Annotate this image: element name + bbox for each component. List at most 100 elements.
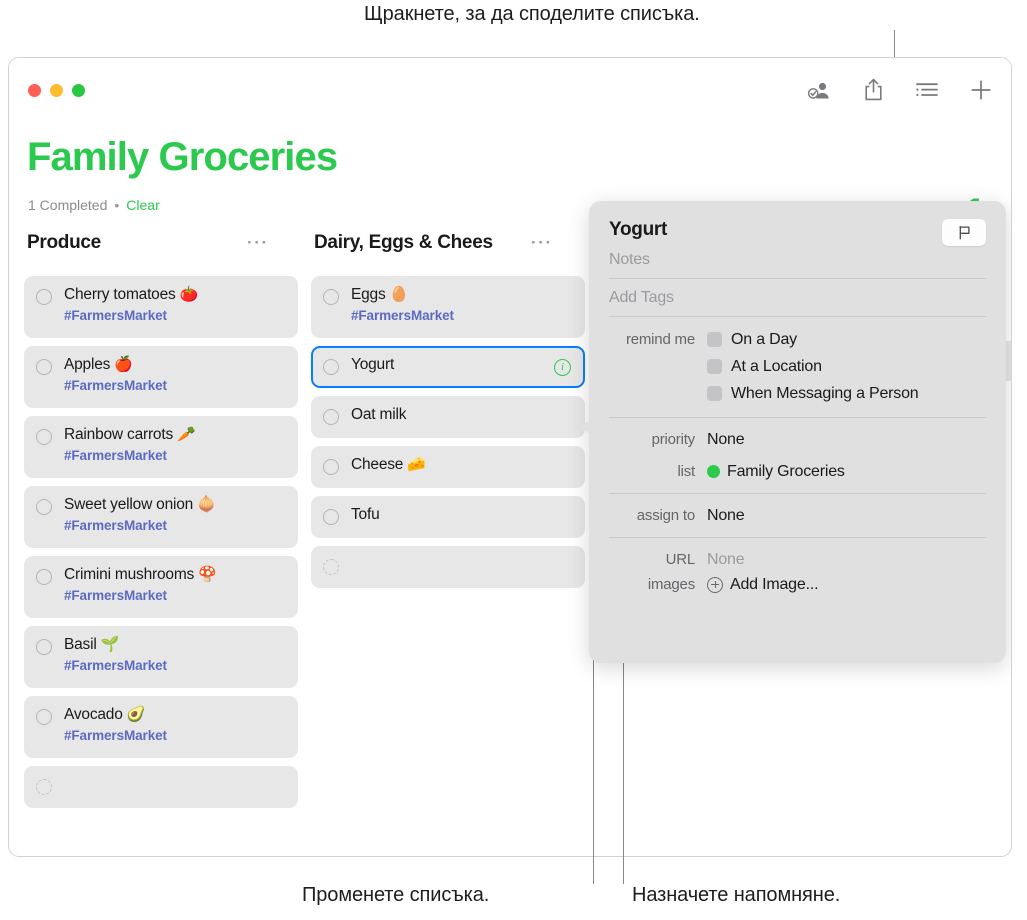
complete-checkbox[interactable] <box>36 359 52 375</box>
task-emoji: 🌱 <box>100 636 120 653</box>
add-image-button[interactable]: Add Image... <box>707 574 819 595</box>
task-row[interactable]: Eggs 🥚 #FarmersMarket <box>311 276 585 338</box>
url-row[interactable]: URL None <box>609 538 986 572</box>
complete-checkbox[interactable] <box>36 289 52 305</box>
task-tag[interactable]: #FarmersMarket <box>64 728 286 743</box>
images-row[interactable]: images Add Image... <box>609 572 986 602</box>
complete-checkbox[interactable] <box>323 359 339 375</box>
option-label: On a Day <box>731 331 797 348</box>
list-value-wrap[interactable]: Family Groceries <box>707 461 845 482</box>
completed-status: 1 Completed • Clear <box>28 197 160 213</box>
notes-field[interactable]: Notes <box>609 241 986 278</box>
priority-row[interactable]: priority None <box>609 418 986 457</box>
task-tag[interactable]: #FarmersMarket <box>64 308 286 323</box>
popover-title: Yogurt <box>609 219 668 240</box>
complete-checkbox[interactable] <box>36 639 52 655</box>
checkbox[interactable] <box>707 359 722 374</box>
complete-checkbox[interactable] <box>323 509 339 525</box>
completed-count: 1 Completed <box>28 197 108 213</box>
new-task-row[interactable] <box>311 546 585 588</box>
task-row[interactable]: Cheese 🧀 <box>311 446 585 488</box>
list-value: Family Groceries <box>727 463 845 480</box>
task-title: Sweet yellow onion 🧅 <box>64 496 216 513</box>
share-icon[interactable] <box>859 76 887 104</box>
plus-circle-icon <box>707 576 723 593</box>
add-icon[interactable] <box>967 76 995 104</box>
task-title: Rainbow carrots 🥕 <box>64 426 196 443</box>
task-row[interactable]: Basil 🌱 #FarmersMarket <box>24 626 298 688</box>
complete-checkbox[interactable] <box>323 559 339 575</box>
complete-checkbox[interactable] <box>323 459 339 475</box>
toolbar <box>805 76 995 104</box>
task-title: Cheese 🧀 <box>351 456 426 473</box>
close-button[interactable] <box>28 84 41 97</box>
task-row[interactable]: Rainbow carrots 🥕 #FarmersMarket <box>24 416 298 478</box>
remind-when-messaging-option[interactable]: When Messaging a Person <box>707 383 919 410</box>
column-title: Dairy, Eggs & Chees <box>314 232 493 253</box>
task-tag[interactable]: #FarmersMarket <box>64 658 286 673</box>
task-emoji: 🍄 <box>198 566 217 583</box>
task-title: Crimini mushrooms 🍄 <box>64 566 217 583</box>
task-row-selected[interactable]: Yogurt i <box>311 346 585 388</box>
task-title: Basil 🌱 <box>64 636 120 653</box>
column-menu-button[interactable]: ··· <box>247 233 269 253</box>
tags-field[interactable]: Add Tags <box>609 279 986 316</box>
assign-to-row[interactable]: assign to None <box>609 494 986 537</box>
checkbox[interactable] <box>707 386 722 401</box>
reminders-window: Family Groceries 1 Completed • Clear 1 P… <box>8 57 1012 857</box>
task-column-dairy: Eggs 🥚 #FarmersMarket Yogurt i Oat milk … <box>311 276 585 596</box>
complete-checkbox[interactable] <box>36 779 52 795</box>
callout-share-list: Щракнете, за да споделите списъка. <box>364 3 700 25</box>
assign-to-label: assign to <box>636 507 695 524</box>
flag-button[interactable] <box>942 219 986 246</box>
column-header-produce: Produce ··· <box>27 232 289 254</box>
minimize-button[interactable] <box>50 84 63 97</box>
option-label: At a Location <box>731 358 822 375</box>
task-tag[interactable]: #FarmersMarket <box>351 308 573 323</box>
status-separator: • <box>114 197 120 213</box>
task-tag[interactable]: #FarmersMarket <box>64 378 286 393</box>
column-header-dairy: Dairy, Eggs & Chees ··· <box>314 232 576 254</box>
share-participants-icon[interactable] <box>805 76 833 104</box>
task-tag[interactable]: #FarmersMarket <box>64 448 286 463</box>
url-value[interactable]: None <box>707 549 745 570</box>
task-row[interactable]: Apples 🍎 #FarmersMarket <box>24 346 298 408</box>
task-title: Apples 🍎 <box>64 356 133 373</box>
task-tag[interactable]: #FarmersMarket <box>64 518 286 533</box>
clear-button[interactable]: Clear <box>126 197 159 213</box>
column-menu-button[interactable]: ··· <box>531 233 553 253</box>
list-row[interactable]: list Family Groceries <box>609 457 986 493</box>
zoom-button[interactable] <box>72 84 85 97</box>
complete-checkbox[interactable] <box>323 289 339 305</box>
column-title: Produce <box>27 232 101 253</box>
task-title: Oat milk <box>351 406 407 423</box>
complete-checkbox[interactable] <box>323 409 339 425</box>
complete-checkbox[interactable] <box>36 569 52 585</box>
complete-checkbox[interactable] <box>36 499 52 515</box>
remind-at-location-option[interactable]: At a Location <box>707 356 919 383</box>
task-row[interactable]: Avocado 🥑 #FarmersMarket <box>24 696 298 758</box>
task-row[interactable]: Crimini mushrooms 🍄 #FarmersMarket <box>24 556 298 618</box>
priority-label: priority <box>651 431 696 448</box>
task-title: Cherry tomatoes 🍅 <box>64 286 199 303</box>
callout-change-list: Променете списъка. <box>302 884 490 906</box>
list-color-dot <box>707 465 720 478</box>
info-icon[interactable]: i <box>554 359 571 376</box>
complete-checkbox[interactable] <box>36 709 52 725</box>
task-row[interactable]: Cherry tomatoes 🍅 #FarmersMarket <box>24 276 298 338</box>
assign-to-value[interactable]: None <box>707 505 745 526</box>
complete-checkbox[interactable] <box>36 429 52 445</box>
task-tag[interactable]: #FarmersMarket <box>64 588 286 603</box>
checkbox[interactable] <box>707 332 722 347</box>
remind-on-a-day-option[interactable]: On a Day <box>707 329 919 356</box>
task-row[interactable]: Sweet yellow onion 🧅 #FarmersMarket <box>24 486 298 548</box>
list-view-icon[interactable] <box>913 76 941 104</box>
task-column-produce: Cherry tomatoes 🍅 #FarmersMarket Apples … <box>24 276 298 816</box>
window-titlebar <box>9 58 1011 124</box>
priority-value[interactable]: None <box>707 429 745 450</box>
task-row[interactable]: Tofu <box>311 496 585 538</box>
task-row[interactable]: Oat milk <box>311 396 585 438</box>
screenshot-root: Щракнете, за да споделите списъка. Famil… <box>0 0 1027 920</box>
task-title: Yogurt <box>351 356 395 373</box>
new-task-row[interactable] <box>24 766 298 808</box>
